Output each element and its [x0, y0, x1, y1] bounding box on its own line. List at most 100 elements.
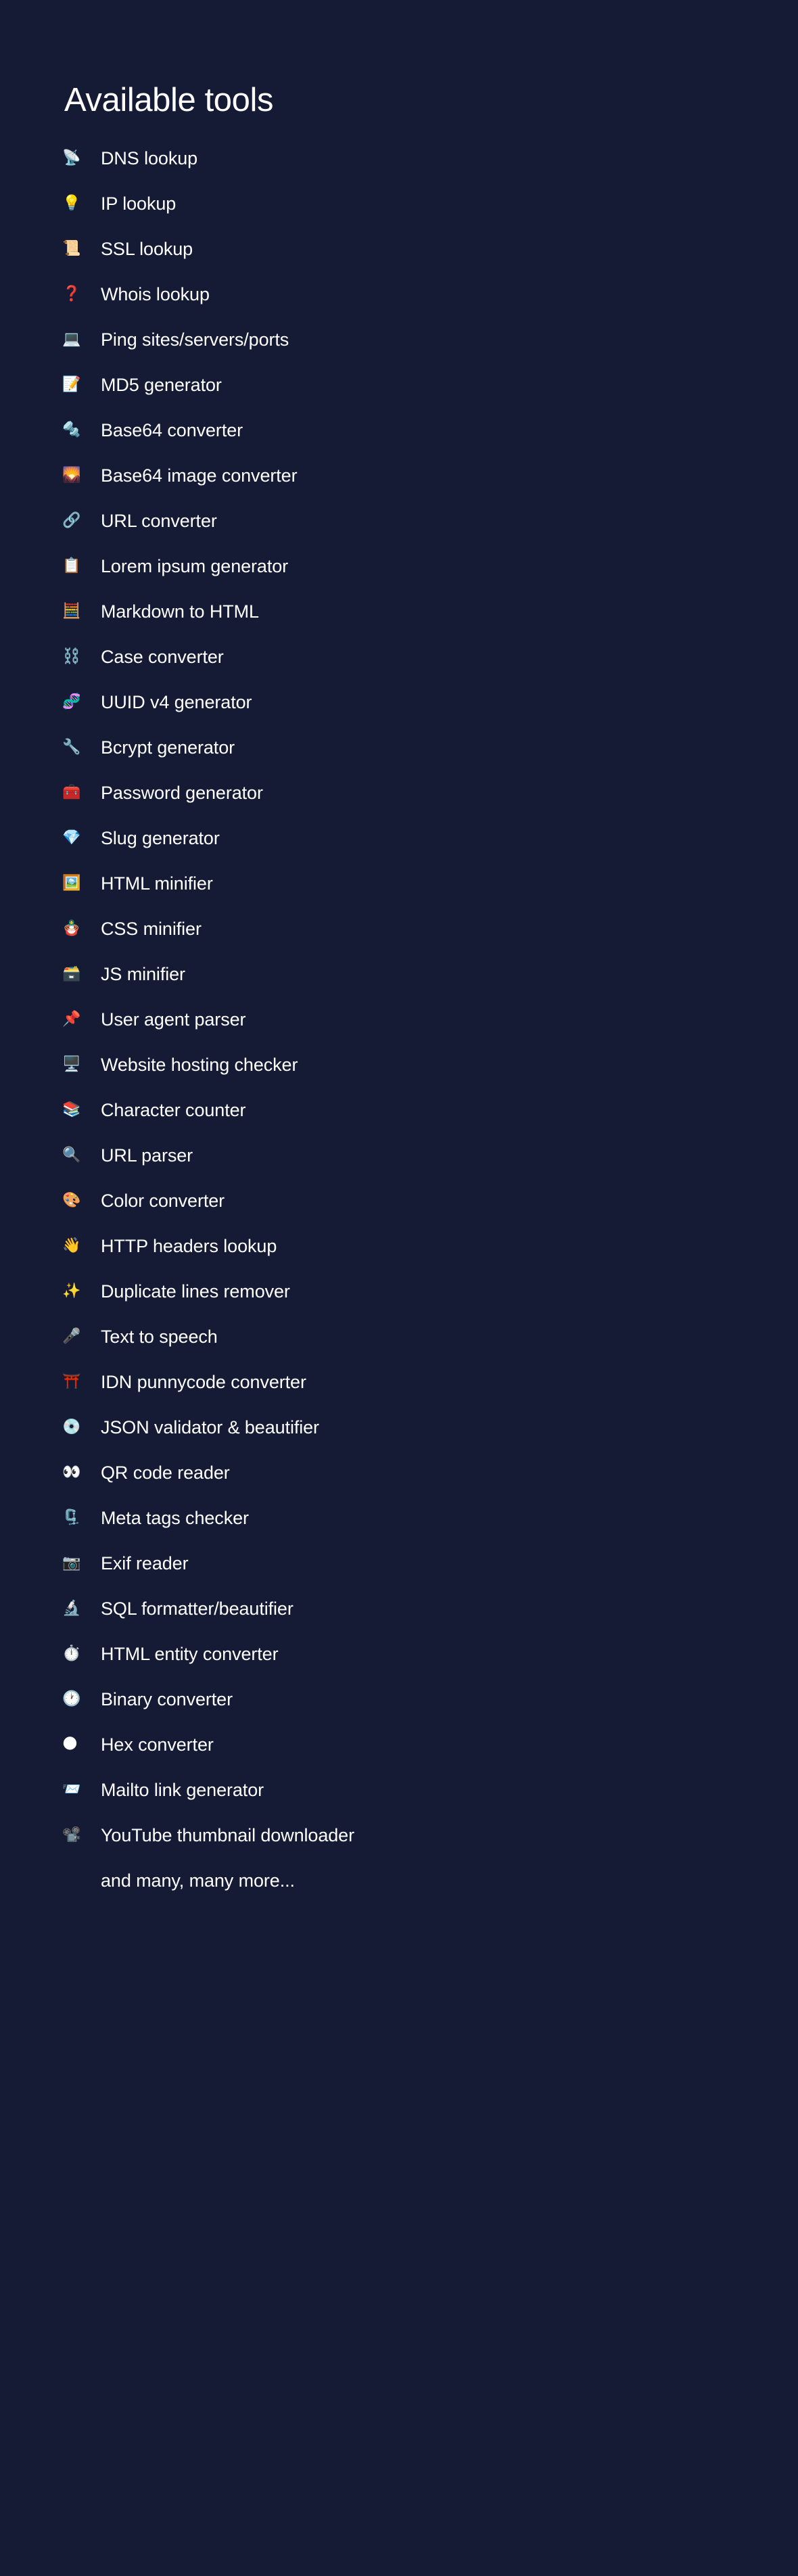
- tool-list-item[interactable]: ❓ Whois lookup: [0, 271, 798, 317]
- tool-list-item[interactable]: 🌄 Base64 image converter: [0, 453, 798, 498]
- tool-list-item[interactable]: 📽️ YouTube thumbnail downloader: [0, 1812, 798, 1858]
- tool-list-item[interactable]: 🔧 Bcrypt generator: [0, 724, 798, 770]
- wrench-icon: 🔧: [62, 738, 81, 756]
- tool-label: URL parser: [101, 1145, 193, 1166]
- tool-label: Mailto link generator: [101, 1779, 264, 1800]
- nut-and-bolt-icon: 🔩: [62, 421, 81, 438]
- tool-list-item[interactable]: 🗜️ Meta tags checker: [0, 1495, 798, 1540]
- tool-list-item[interactable]: 🔍 URL parser: [0, 1132, 798, 1178]
- incoming-envelope-icon: 📨: [62, 1780, 81, 1798]
- tool-list-item[interactable]: 👋 HTTP headers lookup: [0, 1223, 798, 1268]
- tool-label: YouTube thumbnail downloader: [101, 1824, 354, 1845]
- tool-list-item[interactable]: 🗃️ JS minifier: [0, 951, 798, 996]
- tool-label: Text to speech: [101, 1326, 218, 1347]
- satellite-antenna-icon: 📡: [62, 149, 81, 166]
- tool-list-item[interactable]: ⛓️ Case converter: [0, 634, 798, 679]
- tool-list-item[interactable]: 🔬 SQL formatter/beautifier: [0, 1586, 798, 1631]
- tools-list: 📡 DNS lookup 💡 IP lookup 📜 SSL lookup ❓ Whois l…: [0, 135, 798, 1903]
- microphone-icon: 🎤: [62, 1327, 81, 1345]
- tool-list-item[interactable]: 📡 DNS lookup: [0, 135, 798, 181]
- pushpin-note-icon: 📌: [62, 1010, 81, 1028]
- tool-label: JSON validator & beautifier: [101, 1417, 319, 1438]
- tool-list-item[interactable]: 📷 Exif reader: [0, 1540, 798, 1586]
- eyes-icon: 👀: [62, 1463, 81, 1481]
- tool-label: Case converter: [101, 646, 224, 667]
- clock-face-icon: 🕐: [62, 1690, 81, 1707]
- tool-list-item[interactable]: 📨 Mailto link generator: [0, 1767, 798, 1812]
- tool-label: Ping sites/servers/ports: [101, 329, 289, 350]
- tool-label: Base64 converter: [101, 419, 243, 440]
- tool-list-item[interactable]: 📌 User agent parser: [0, 996, 798, 1042]
- tool-list-item[interactable]: 🪆 CSS minifier: [0, 906, 798, 951]
- tool-label: Password generator: [101, 782, 263, 803]
- nesting-dolls-icon: 🪆: [62, 919, 81, 937]
- artist-palette-icon: 🎨: [62, 1191, 81, 1209]
- tool-list-item[interactable]: 🔗 URL converter: [0, 498, 798, 543]
- desktop-computer-icon: 🖥️: [62, 1055, 81, 1073]
- tool-label: Binary converter: [101, 1688, 233, 1709]
- tool-list-item[interactable]: 🧰 Password generator: [0, 770, 798, 815]
- film-projector-icon: 📽️: [62, 1826, 81, 1843]
- tool-list-item[interactable]: 📋 Lorem ipsum generator: [0, 543, 798, 589]
- tool-list-item[interactable]: 🧬 UUID v4 generator: [0, 679, 798, 724]
- stopwatch-icon: ⏱️: [62, 1644, 81, 1662]
- tool-list-item[interactable]: 📚 Character counter: [0, 1087, 798, 1132]
- tool-list-item[interactable]: 🎤 Text to speech: [0, 1314, 798, 1359]
- tool-label: Hex converter: [101, 1734, 214, 1755]
- tool-label: DNS lookup: [101, 147, 198, 168]
- tool-list-item[interactable]: 🕐 Binary converter: [0, 1676, 798, 1722]
- tool-list-item[interactable]: 🧮 Markdown to HTML: [0, 589, 798, 634]
- chains-icon: ⛓️: [62, 647, 81, 665]
- tool-label: Markdown to HTML: [101, 601, 259, 622]
- gem-stone-icon: 💎: [62, 829, 81, 846]
- tool-list-item[interactable]: 📝 MD5 generator: [0, 362, 798, 407]
- tool-label: URL converter: [101, 510, 217, 531]
- clipboard-icon: 📋: [62, 557, 81, 574]
- tool-list-item[interactable]: 📜 SSL lookup: [0, 226, 798, 271]
- tool-label: HTML entity converter: [101, 1643, 279, 1664]
- tool-label: Meta tags checker: [101, 1507, 249, 1528]
- books-icon: 📚: [62, 1101, 81, 1118]
- tool-list-item[interactable]: 🌑 Hex converter: [0, 1722, 798, 1767]
- magnifying-glass-icon: 🔍: [62, 1146, 81, 1164]
- tool-list-item[interactable]: 🖼️ HTML minifier: [0, 860, 798, 906]
- abacus-icon: 🧮: [62, 602, 81, 620]
- tool-list-item[interactable]: 💡 IP lookup: [0, 181, 798, 226]
- tool-label: Character counter: [101, 1099, 246, 1120]
- microscope-icon: 🔬: [62, 1599, 81, 1617]
- scroll-icon: 📜: [62, 239, 81, 257]
- tool-label: HTTP headers lookup: [101, 1235, 277, 1256]
- sunrise-over-mountains-icon: 🌄: [62, 466, 81, 484]
- tool-label: and many, many more...: [101, 1870, 295, 1891]
- tool-list-item[interactable]: 💿 JSON validator & beautifier: [0, 1404, 798, 1450]
- tool-list-item[interactable]: 💎 Slug generator: [0, 815, 798, 860]
- camera-icon: 📷: [62, 1554, 81, 1571]
- tool-label: IDN punnycode converter: [101, 1371, 306, 1392]
- tool-list-item[interactable]: 🎨 Color converter: [0, 1178, 798, 1223]
- tool-list-item[interactable]: ⛩️ IDN punnycode converter: [0, 1359, 798, 1404]
- tools-page: Available tools 📡 DNS lookup 💡 IP lookup 📜 SS…: [0, 0, 798, 2576]
- memo-icon: 📝: [62, 375, 81, 393]
- tool-list-item[interactable]: ⏱️ HTML entity converter: [0, 1631, 798, 1676]
- tool-label: Color converter: [101, 1190, 225, 1211]
- tool-label: MD5 generator: [101, 374, 222, 395]
- optical-disk-icon: 💿: [62, 1418, 81, 1435]
- framed-picture-icon: 🖼️: [62, 874, 81, 892]
- sparkles-icon: ✨: [62, 1282, 81, 1300]
- tool-list-item[interactable]: 💻 Ping sites/servers/ports: [0, 317, 798, 362]
- toolbox-icon: 🧰: [62, 783, 81, 801]
- laptop-icon: 💻: [62, 330, 81, 348]
- tool-list-item[interactable]: 👀 QR code reader: [0, 1450, 798, 1495]
- tool-label: SQL formatter/beautifier: [101, 1598, 294, 1619]
- waving-hand-icon: 👋: [62, 1237, 81, 1254]
- tool-list-item[interactable]: and many, many more...: [0, 1858, 798, 1903]
- tool-list-item[interactable]: 🖥️ Website hosting checker: [0, 1042, 798, 1087]
- tool-label: Base64 image converter: [101, 465, 298, 486]
- link-icon: 🔗: [62, 511, 81, 529]
- red-question-mark-icon: ❓: [62, 285, 81, 302]
- tool-label: Website hosting checker: [101, 1054, 298, 1075]
- tool-list-item[interactable]: ✨ Duplicate lines remover: [0, 1268, 798, 1314]
- light-bulb-icon: 💡: [62, 194, 81, 212]
- tool-label: User agent parser: [101, 1009, 246, 1030]
- tool-list-item[interactable]: 🔩 Base64 converter: [0, 407, 798, 453]
